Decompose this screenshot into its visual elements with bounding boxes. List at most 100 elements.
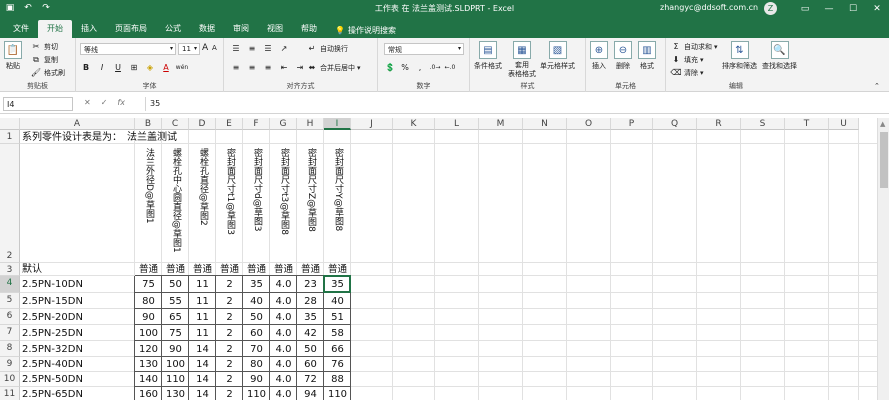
cell-h9[interactable]: 60 <box>297 358 324 371</box>
column-header-t[interactable]: T <box>785 118 829 130</box>
cell-b9[interactable]: 130 <box>135 358 162 371</box>
cell-b3[interactable]: 普通 <box>135 263 162 276</box>
collapse-ribbon-icon[interactable]: ⌃ <box>874 82 880 90</box>
column-header-h[interactable]: H <box>297 118 324 130</box>
row-header-11[interactable]: 11 <box>0 387 20 400</box>
cell-g4[interactable]: 4.0 <box>270 278 297 291</box>
number-format-select[interactable]: 常规 ▾ <box>384 43 464 55</box>
cell-a9[interactable]: 2.5PN-40DN <box>22 358 83 371</box>
cell-i8[interactable]: 66 <box>324 343 351 356</box>
cell-a6[interactable]: 2.5PN-20DN <box>22 311 83 324</box>
cell-h4[interactable]: 23 <box>297 278 324 291</box>
cell-d10[interactable]: 14 <box>189 373 216 386</box>
fill-color-icon[interactable]: ◈ <box>144 62 156 73</box>
cell-e8[interactable]: 2 <box>216 343 243 356</box>
cell-b11[interactable]: 160 <box>135 388 162 400</box>
tab-page-layout[interactable]: 页面布局 <box>106 20 156 38</box>
cell-d3[interactable]: 普通 <box>189 263 216 276</box>
column-header-u[interactable]: U <box>829 118 859 130</box>
tab-view[interactable]: 视图 <box>258 20 292 38</box>
cut-button[interactable]: ✂ 剪切 <box>30 41 58 52</box>
cell-h5[interactable]: 28 <box>297 295 324 308</box>
borders-icon[interactable]: ⊞ <box>128 62 140 73</box>
row-header-10[interactable]: 10 <box>0 372 20 387</box>
phonetic-button[interactable]: wén <box>176 62 188 73</box>
decrease-indent-icon[interactable]: ⇤ <box>278 62 290 73</box>
cell-b8[interactable]: 120 <box>135 343 162 356</box>
fill-button[interactable]: ⬇ 填充 ▾ <box>670 54 704 65</box>
align-bottom-icon[interactable]: ☰ <box>262 43 274 54</box>
cell-a11[interactable]: 2.5PN-65DN <box>22 388 83 400</box>
row-header-9[interactable]: 9 <box>0 357 20 372</box>
cell-f6[interactable]: 50 <box>243 311 270 324</box>
cell-g6[interactable]: 4.0 <box>270 311 297 324</box>
column-header-m[interactable]: M <box>479 118 523 130</box>
cell-i9[interactable]: 76 <box>324 358 351 371</box>
tab-help[interactable]: 帮助 <box>292 20 326 38</box>
cell-b4[interactable]: 75 <box>135 278 162 291</box>
column-header-b[interactable]: B <box>135 118 162 130</box>
cell-h6[interactable]: 35 <box>297 311 324 324</box>
cell-b5[interactable]: 80 <box>135 295 162 308</box>
header-cell-d2[interactable]: 螺栓孔直径@草图2 <box>197 148 210 261</box>
cell-e4[interactable]: 2 <box>216 278 243 291</box>
row-header-4[interactable]: 4 <box>0 276 20 293</box>
cell-a7[interactable]: 2.5PN-25DN <box>22 327 83 340</box>
header-cell-g2[interactable]: 密封面尺寸t3@草图8 <box>278 148 291 261</box>
cell-c4[interactable]: 50 <box>162 278 189 291</box>
sort-filter-button[interactable]: ⇅ 排序和筛选 <box>722 41 757 71</box>
tab-file[interactable]: 文件 <box>4 20 38 38</box>
cell-d9[interactable]: 14 <box>189 358 216 371</box>
grow-font-button[interactable]: A <box>202 43 208 53</box>
currency-icon[interactable]: 💲 <box>384 62 396 73</box>
cell-c1[interactable]: 法兰盖测试 <box>127 131 177 144</box>
align-right-icon[interactable]: ≡ <box>262 62 274 73</box>
cell-a1[interactable]: 系列零件设计表是为： <box>22 131 122 144</box>
scroll-up-icon[interactable]: ▲ <box>880 120 885 128</box>
formula-input[interactable]: 35 <box>145 97 872 111</box>
header-cell-b2[interactable]: 法兰外径D@草图1 <box>143 148 156 261</box>
cell-h10[interactable]: 72 <box>297 373 324 386</box>
align-left-icon[interactable]: ≡ <box>230 62 242 73</box>
cell-d6[interactable]: 11 <box>189 311 216 324</box>
cell-b10[interactable]: 140 <box>135 373 162 386</box>
column-header-l[interactable]: L <box>435 118 479 130</box>
header-cell-f2[interactable]: 密封面尺寸d@草图3 <box>251 148 264 261</box>
row-header-7[interactable]: 7 <box>0 325 20 341</box>
cell-c10[interactable]: 110 <box>162 373 189 386</box>
align-top-icon[interactable]: ☰ <box>230 43 242 54</box>
cell-d11[interactable]: 14 <box>189 388 216 400</box>
column-header-i[interactable]: I <box>324 118 351 130</box>
tab-home[interactable]: 开始 <box>38 20 72 38</box>
tell-me-search[interactable]: 💡 操作说明搜索 <box>326 20 405 38</box>
find-select-button[interactable]: 🔍 查找和选择 <box>762 41 797 71</box>
cell-h7[interactable]: 42 <box>297 327 324 340</box>
cell-a5[interactable]: 2.5PN-15DN <box>22 295 83 308</box>
tab-insert[interactable]: 插入 <box>72 20 106 38</box>
cell-i6[interactable]: 51 <box>324 311 351 324</box>
cell-e3[interactable]: 普通 <box>216 263 243 276</box>
cell-c9[interactable]: 100 <box>162 358 189 371</box>
header-cell-h2[interactable]: 密封面尺寸Z@草图8 <box>305 148 318 261</box>
cell-d7[interactable]: 11 <box>189 327 216 340</box>
enter-icon[interactable]: ✓ <box>101 98 108 107</box>
align-center-icon[interactable]: ≡ <box>246 62 258 73</box>
cell-e10[interactable]: 2 <box>216 373 243 386</box>
account-name[interactable]: zhangyc@ddsoft.com.cn <box>660 3 758 12</box>
font-size-select[interactable]: 11 ▾ <box>178 43 200 55</box>
cell-c8[interactable]: 90 <box>162 343 189 356</box>
insert-cells-button[interactable]: ⊕ 插入 <box>590 41 608 71</box>
column-header-e[interactable]: E <box>216 118 243 130</box>
cell-a3[interactable]: 默认 <box>22 263 42 276</box>
decrease-decimal-icon[interactable]: ←.0 <box>444 62 456 73</box>
column-header-p[interactable]: P <box>611 118 653 130</box>
scroll-thumb[interactable] <box>880 132 888 188</box>
autosum-button[interactable]: Σ 自动求和 ▾ <box>670 41 717 52</box>
cell-e9[interactable]: 2 <box>216 358 243 371</box>
maximize-icon[interactable]: ☐ <box>841 0 865 18</box>
cell-b7[interactable]: 100 <box>135 327 162 340</box>
cell-i7[interactable]: 58 <box>324 327 351 340</box>
percent-button[interactable]: % <box>399 62 411 73</box>
clear-button[interactable]: ⌫ 清除 ▾ <box>670 67 703 78</box>
column-header-a[interactable]: A <box>20 118 135 130</box>
